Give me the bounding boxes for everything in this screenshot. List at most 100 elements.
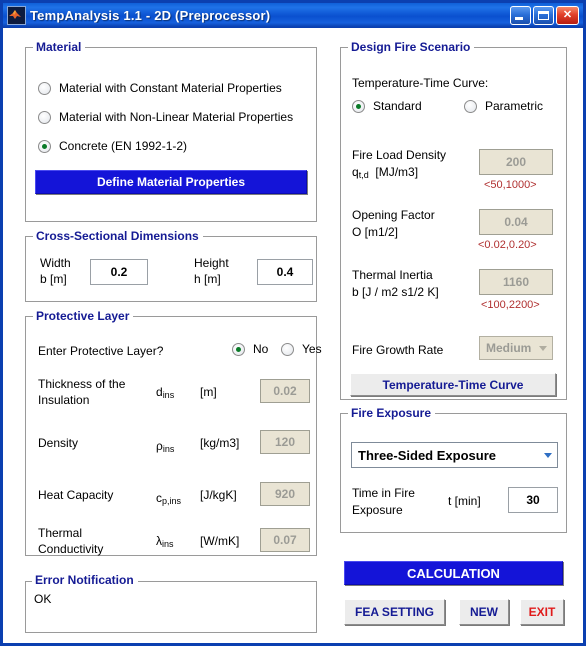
opening-factor-label-line1: Opening Factor — [352, 208, 435, 222]
radio-material-concrete[interactable]: Concrete (EN 1992-1-2) — [38, 139, 187, 153]
thickness-label-line2: Insulation — [38, 393, 90, 407]
window-controls: ✕ — [510, 5, 581, 25]
new-button[interactable]: NEW — [459, 599, 509, 625]
width-label-line1: Width — [40, 256, 71, 270]
fire-load-density-input[interactable]: 200 — [479, 149, 553, 175]
minimize-icon — [515, 16, 523, 20]
temperature-time-curve-button[interactable]: Temperature-Time Curve — [350, 373, 556, 396]
thermal-conductivity-unit: [W/mK] — [200, 534, 240, 548]
fire-load-label-line1: Fire Load Density — [352, 148, 447, 162]
thickness-input[interactable]: 0.02 — [260, 379, 310, 403]
maximize-button[interactable] — [533, 5, 554, 25]
height-label-line2: h [m] — [194, 272, 221, 286]
fire-exposure-group: Fire Exposure Three-Sided Exposure Time … — [340, 406, 567, 533]
width-label-line2: b [m] — [40, 272, 67, 286]
thermal-conductivity-input[interactable]: 0.07 — [260, 528, 310, 552]
opening-factor-input[interactable]: 0.04 — [479, 209, 553, 235]
radio-material-nonlinear[interactable]: Material with Non-Linear Material Proper… — [38, 110, 293, 124]
thickness-label-line1: Thickness of the — [38, 377, 126, 391]
radio-circle-icon — [38, 110, 51, 124]
thermal-inertia-input[interactable]: 1160 — [479, 269, 553, 295]
time-in-fire-label-line2: Exposure — [352, 503, 403, 517]
radio-circle-icon — [281, 342, 294, 356]
matlab-icon — [7, 5, 26, 25]
error-notification-legend: Error Notification — [32, 573, 138, 587]
height-input[interactable]: 0.4 — [257, 259, 313, 285]
close-button[interactable]: ✕ — [556, 5, 579, 25]
exposure-type-select[interactable]: Three-Sided Exposure — [351, 442, 558, 468]
width-input[interactable]: 0.2 — [90, 259, 148, 285]
heat-capacity-symbol: cp,ins — [156, 491, 182, 506]
maximize-icon — [538, 10, 549, 20]
radio-protective-no[interactable]: No — [232, 342, 268, 356]
opening-factor-label-line2: O [m1/2] — [352, 225, 399, 239]
radio-circle-selected-icon — [352, 99, 365, 113]
thermal-conductivity-symbol: λins — [156, 534, 174, 549]
thermal-inertia-range: <100,2200> — [481, 299, 540, 311]
heat-capacity-label-line1: Heat Capacity — [38, 488, 114, 502]
density-symbol: ρins — [156, 439, 175, 454]
error-notification-text: OK — [25, 581, 317, 633]
heat-capacity-input[interactable]: 920 — [260, 482, 310, 506]
fire-growth-rate-value: Medium — [486, 341, 532, 355]
density-input[interactable]: 120 — [260, 430, 310, 454]
protective-layer-group-legend: Protective Layer — [33, 309, 134, 323]
error-notification-group: Error Notification OK — [25, 573, 317, 633]
radio-material-constant[interactable]: Material with Constant Material Properti… — [38, 81, 282, 95]
time-in-fire-label-line1: Time in Fire — [352, 486, 415, 500]
radio-circle-icon — [38, 81, 51, 95]
radio-circle-icon — [464, 99, 477, 113]
fire-growth-rate-select[interactable]: Medium — [479, 336, 553, 360]
define-material-properties-button[interactable]: Define Material Properties — [35, 170, 307, 194]
material-group-legend: Material — [33, 40, 86, 54]
design-fire-group: Design Fire Scenario Temperature-Time Cu… — [340, 40, 567, 400]
chevron-down-icon — [534, 338, 551, 358]
heat-capacity-unit: [J/kgK] — [200, 488, 237, 502]
application-window: TempAnalysis 1.1 - 2D (Preprocessor) ✕ M… — [0, 0, 586, 646]
radio-circle-selected-icon — [38, 139, 51, 153]
fire-growth-rate-label: Fire Growth Rate — [352, 343, 444, 357]
client-area: Material Material with Constant Material… — [3, 28, 583, 643]
density-label-line1: Density — [38, 436, 79, 450]
thermal-conductivity-label-line2: Conductivity — [38, 542, 104, 556]
radio-curve-standard[interactable]: Standard — [352, 99, 422, 113]
density-unit: [kg/m3] — [200, 436, 240, 450]
fea-setting-button[interactable]: FEA SETTING — [344, 599, 445, 625]
radio-label: Yes — [302, 342, 322, 356]
cross-section-group-legend: Cross-Sectional Dimensions — [33, 229, 203, 243]
exit-button[interactable]: EXIT — [520, 599, 564, 625]
time-in-fire-input[interactable]: 30 — [508, 487, 558, 513]
opening-factor-range: <0.02,0.20> — [478, 239, 537, 251]
calculation-button[interactable]: CALCULATION — [344, 561, 563, 585]
thermal-inertia-label-line2: b [J / m2 s1/2 K] — [352, 285, 439, 299]
radio-label: Material with Non-Linear Material Proper… — [59, 110, 294, 124]
radio-curve-parametric[interactable]: Parametric — [464, 99, 543, 113]
minimize-button[interactable] — [510, 5, 531, 25]
thermal-conductivity-label-line1: Thermal — [38, 526, 83, 540]
window-title: TempAnalysis 1.1 - 2D (Preprocessor) — [30, 7, 271, 23]
thickness-symbol: dins — [156, 385, 175, 400]
radio-label: Material with Constant Material Properti… — [59, 81, 282, 95]
title-bar[interactable]: TempAnalysis 1.1 - 2D (Preprocessor) ✕ — [3, 3, 583, 28]
fire-load-symbol-unit: qt,d [MJ/m3] — [352, 165, 419, 180]
radio-circle-selected-icon — [232, 342, 245, 356]
radio-protective-yes[interactable]: Yes — [281, 342, 322, 356]
window-frame: TempAnalysis 1.1 - 2D (Preprocessor) ✕ M… — [0, 0, 586, 646]
thickness-unit: [m] — [200, 385, 217, 399]
radio-label: No — [253, 342, 269, 356]
curve-type-label: Temperature-Time Curve: — [352, 76, 489, 90]
fire-exposure-group-legend: Fire Exposure — [348, 406, 436, 420]
thermal-inertia-label-line1: Thermal Inertia — [352, 268, 433, 282]
design-fire-group-legend: Design Fire Scenario — [348, 40, 475, 54]
radio-label: Concrete (EN 1992-1-2) — [59, 139, 188, 153]
fire-load-density-range: <50,1000> — [484, 179, 537, 191]
radio-label: Parametric — [485, 99, 544, 113]
exposure-type-value: Three-Sided Exposure — [358, 447, 496, 463]
height-label-line1: Height — [194, 256, 229, 270]
protective-layer-group: Protective Layer Enter Protective Layer?… — [25, 309, 322, 556]
radio-label: Standard — [373, 99, 422, 113]
chevron-down-icon — [539, 444, 556, 466]
protective-layer-question: Enter Protective Layer? — [38, 344, 164, 358]
cross-section-group: Cross-Sectional Dimensions Width b [m] 0… — [25, 229, 317, 302]
close-icon: ✕ — [562, 8, 573, 21]
